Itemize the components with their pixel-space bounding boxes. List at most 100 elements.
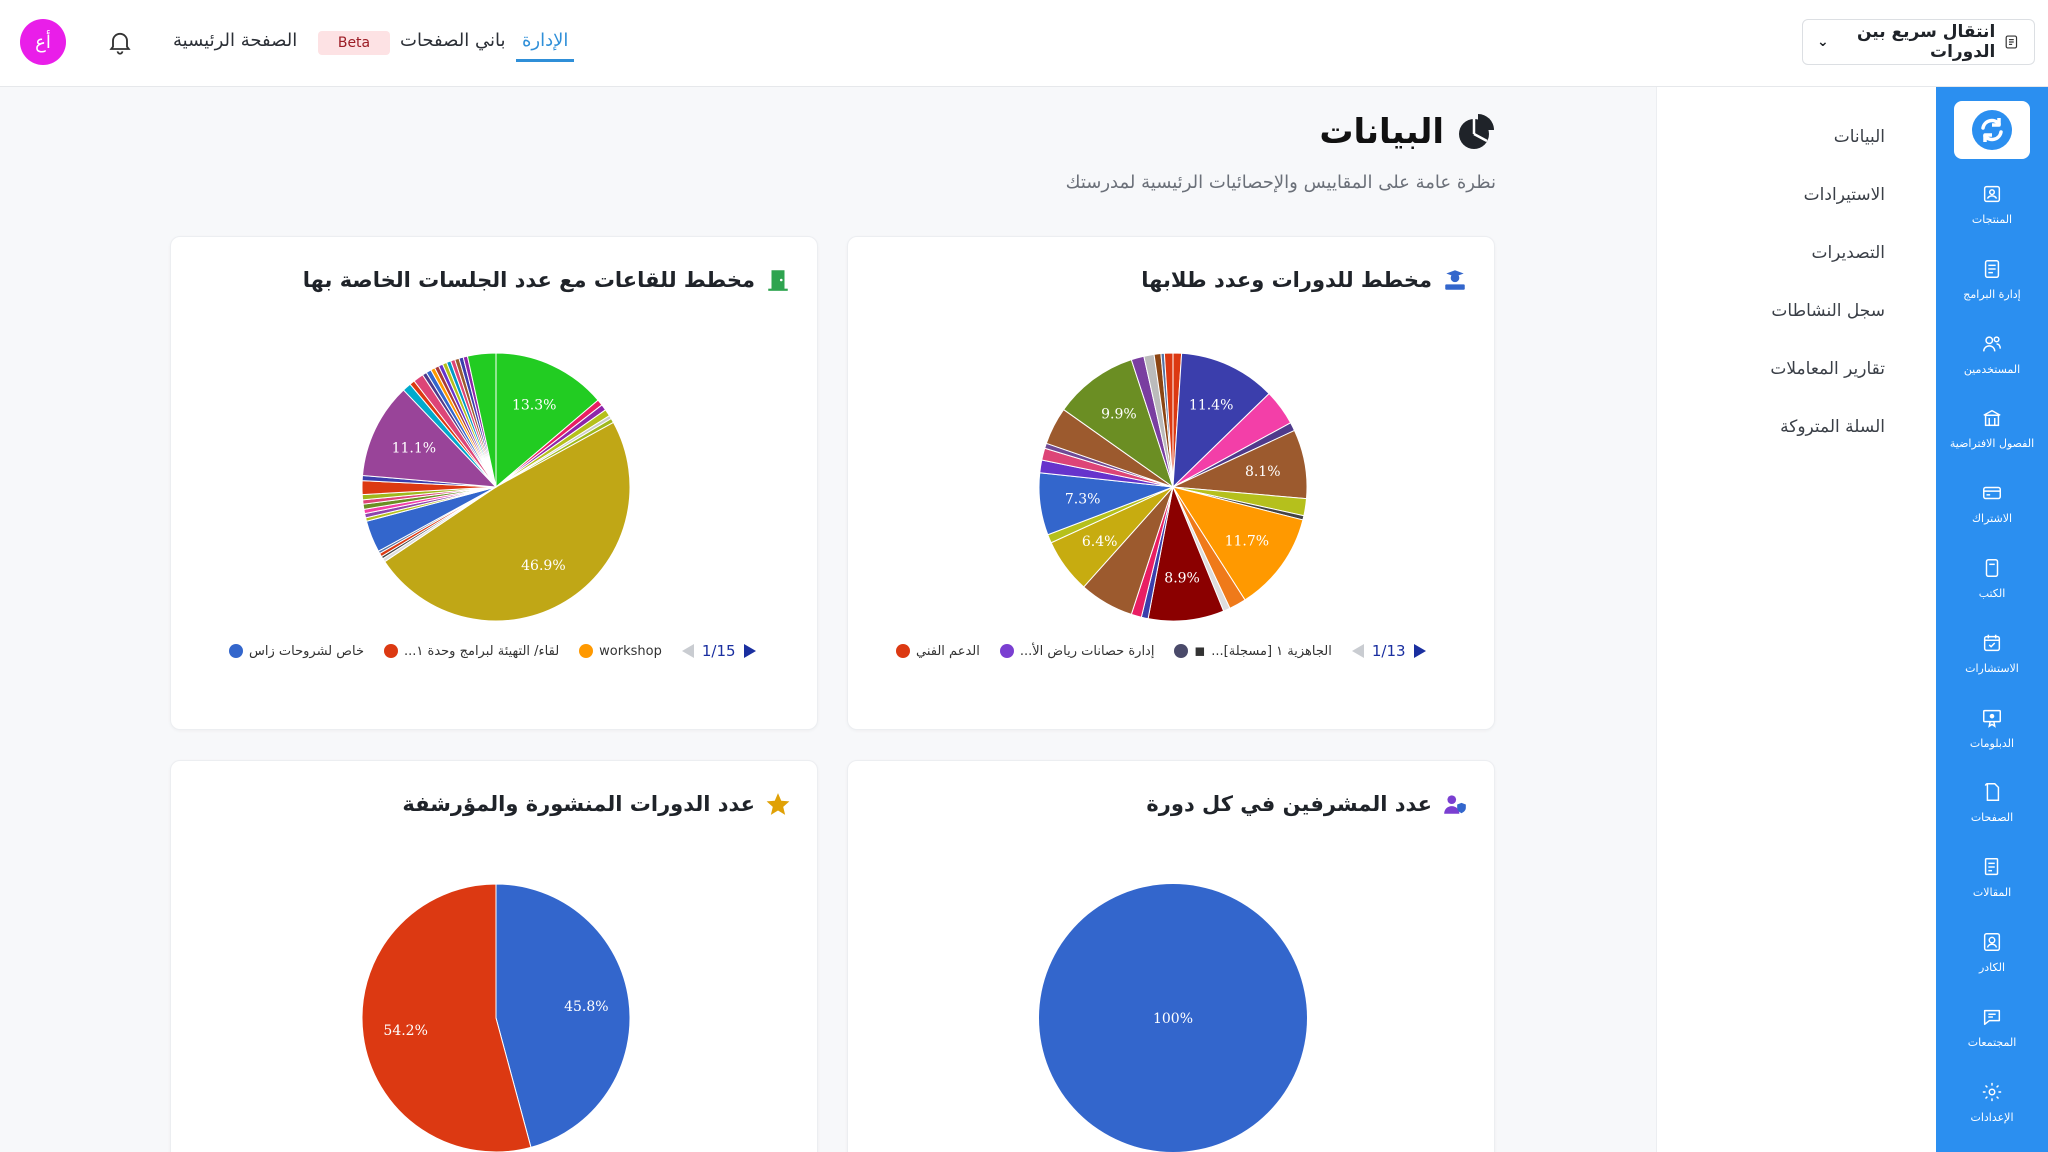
legend-page-number: 1/15 <box>701 642 736 660</box>
page-icon <box>1984 783 2000 802</box>
product-icon <box>1983 185 2001 203</box>
sidebar-item-label: سجل النشاطات <box>1771 301 1885 321</box>
sidebar-item-abandoned-cart[interactable]: السلة المتروكة <box>1675 401 1903 453</box>
page-subtitle: نظرة عامة على المقاييس والإحصائيات الرئي… <box>1065 172 1496 193</box>
gear-icon <box>1982 1082 2002 1101</box>
card-title: مخطط للدورات وعدد طلابها <box>1141 267 1468 293</box>
legend-label: ...إدارة حصانات رياض الأ <box>1019 643 1155 659</box>
user-shield-icon <box>1444 795 1466 814</box>
card-title-text: مخطط للقاعات مع عدد الجلسات الخاصة بها <box>302 268 755 292</box>
legend-pager: 1/15 <box>681 642 756 660</box>
chart-card-published-archived: عدد الدورات المنشورة والمؤرشفة 45.8% 54.2… <box>170 760 818 1152</box>
rail-item-label: الكادر <box>1978 961 2006 974</box>
next-page-button[interactable] <box>743 644 756 658</box>
rail-item-program[interactable]: إدارة البرامج <box>1936 258 2048 328</box>
sidebar-item-imports[interactable]: الاستيرادات <box>1675 169 1903 221</box>
rail-item-gear[interactable]: الإعدادات <box>1936 1081 2048 1151</box>
page-title: البيانات <box>1319 112 1496 152</box>
graduate-icon <box>1445 270 1465 290</box>
legend-dot <box>1174 644 1189 658</box>
chart-legend: الدعم الفني ...إدارة حصانات رياض الأ ◼..… <box>896 639 1426 663</box>
pie-slice-label: 54.2% <box>383 1023 427 1039</box>
legend-item[interactable]: خاص لشروحات زاس <box>229 644 364 659</box>
rail-item-article[interactable]: المقالات <box>1936 856 2048 926</box>
pie-chart: 100% <box>1039 884 1307 1152</box>
rail-item-label: المجتمعات <box>1967 1035 2017 1049</box>
rail-item-calendar[interactable]: الاستشارات <box>1936 632 2048 702</box>
classroom-icon <box>1983 410 2001 427</box>
legend-item[interactable]: الدعم الفني <box>896 644 980 659</box>
legend-item[interactable]: workshop <box>579 644 662 659</box>
legend-label: workshop <box>599 643 662 659</box>
pie-slice-label: 9.9% <box>1101 407 1137 423</box>
rail-item-label: الفصول الافتراضية <box>1949 437 2035 451</box>
sidebar-item-label: البيانات <box>1833 127 1885 147</box>
bell-icon[interactable] <box>106 28 134 56</box>
rail-item-card[interactable]: الاشتراك <box>1936 482 2048 552</box>
pie-slice-label: 8.1% <box>1245 464 1281 480</box>
legend-label: خاص لشروحات زاس <box>249 643 364 659</box>
rail-item-diploma[interactable]: الدبلومات <box>1936 707 2048 777</box>
sidebar-item-exports[interactable]: التصديرات <box>1675 227 1903 279</box>
pie-chart: 13.3% 46.9% 11.1% <box>361 352 631 622</box>
nav-home[interactable]: الصفحة الرئيسية <box>173 30 297 51</box>
legend-dot <box>999 644 1014 658</box>
next-page-button[interactable] <box>1413 644 1426 658</box>
pie-slice-label: 13.3% <box>512 397 556 413</box>
users-icon <box>1983 335 2001 351</box>
avatar[interactable]: أع <box>20 19 66 65</box>
chart-card-supervisors: عدد المشرفين في كل دورة 100% <box>847 760 1495 1152</box>
rail-item-label: الاشتراك <box>1971 512 2013 526</box>
legend-dot <box>896 644 910 658</box>
pie-slice-label: 45.8% <box>564 999 608 1015</box>
card-icon <box>1983 486 2001 500</box>
rail-item-label: المقالات <box>1972 886 2012 900</box>
sidebar-item-data[interactable]: البيانات <box>1675 111 1903 163</box>
pie-slice-label: 11.7% <box>1225 533 1269 549</box>
document-icon <box>2005 35 2018 49</box>
sidebar-item-activity-log[interactable]: سجل النشاطات <box>1675 285 1903 337</box>
beta-badge: Beta <box>318 31 390 55</box>
pie-slice-label: 6.4% <box>1082 534 1118 550</box>
rail-item-classroom[interactable]: الفصول الافتراضية <box>1936 407 2048 477</box>
legend-dot <box>579 644 594 658</box>
sidebar: البيانات الاستيرادات التصديرات سجل النشا… <box>1656 87 1936 1152</box>
legend-label: الدعم الفني <box>916 643 980 659</box>
card-title-text: عدد الدورات المنشورة والمؤرشفة <box>402 792 755 816</box>
legend-item[interactable]: ◼ ...الجاهزية ١ [مسجلة] <box>1174 643 1332 659</box>
chat-icon <box>1983 1009 2001 1025</box>
pie-slice-label: 100% <box>1153 1011 1193 1027</box>
chart-card-rooms-sessions: مخطط للقاعات مع عدد الجلسات الخاصة بها 1… <box>170 236 818 730</box>
quick-switch-dropdown[interactable]: ⌄ انتقال سريع بين الدورات <box>1802 19 2035 65</box>
rail-item-staff[interactable]: الكادر <box>1936 931 2048 1001</box>
video-camera-icon: ◼ <box>1194 643 1206 659</box>
sidebar-item-transactions[interactable]: تقارير المعاملات <box>1675 343 1903 395</box>
rail-item-label: المستخدمين <box>1963 362 2021 376</box>
rail-item-page[interactable]: الصفحات <box>1936 781 2048 851</box>
legend-dot <box>229 644 243 658</box>
rail-item-product[interactable]: المنتجات <box>1936 183 2048 253</box>
legend-item[interactable]: ...لقاء/ التهيئة لبرامج وحدة ١ <box>383 644 559 659</box>
pie-slice-label: 11.4% <box>1189 397 1233 413</box>
rail-item-chat[interactable]: المجتمعات <box>1936 1006 2048 1076</box>
nav-admin[interactable]: الإدارة <box>516 26 575 62</box>
card-title-text: مخطط للدورات وعدد طلابها <box>1141 268 1432 292</box>
rail-item-users[interactable]: المستخدمين <box>1936 333 2048 403</box>
prev-page-button[interactable] <box>681 644 694 658</box>
pie-slice-label: 11.1% <box>392 441 436 457</box>
legend-item[interactable]: ...إدارة حصانات رياض الأ <box>999 643 1155 659</box>
top-bar: أع الصفحة الرئيسية Beta باني الصفحات الإ… <box>0 0 2048 87</box>
legend-page-number: 1/13 <box>1371 642 1406 660</box>
diploma-icon <box>1983 709 2001 728</box>
pie-chart: 11.4% 8.1% 11.7% 8.9% 6.4% 7.3% 9.9% <box>1038 352 1308 622</box>
quick-switch-label: انتقال سريع بين الدورات <box>1857 22 1996 62</box>
prev-page-button[interactable] <box>1351 644 1364 658</box>
logo[interactable] <box>1954 101 2030 159</box>
card-title-text: عدد المشرفين في كل دورة <box>1146 792 1432 816</box>
rail-item-book[interactable]: الكتب <box>1936 557 2048 627</box>
sidebar-item-label: السلة المتروكة <box>1780 417 1885 437</box>
sidebar-item-label: التصديرات <box>1811 243 1885 263</box>
nav-page-builder[interactable]: باني الصفحات <box>400 30 505 51</box>
pie-chart: 45.8% 54.2% <box>361 883 631 1152</box>
pie-slice-label: 8.9% <box>1164 571 1200 587</box>
